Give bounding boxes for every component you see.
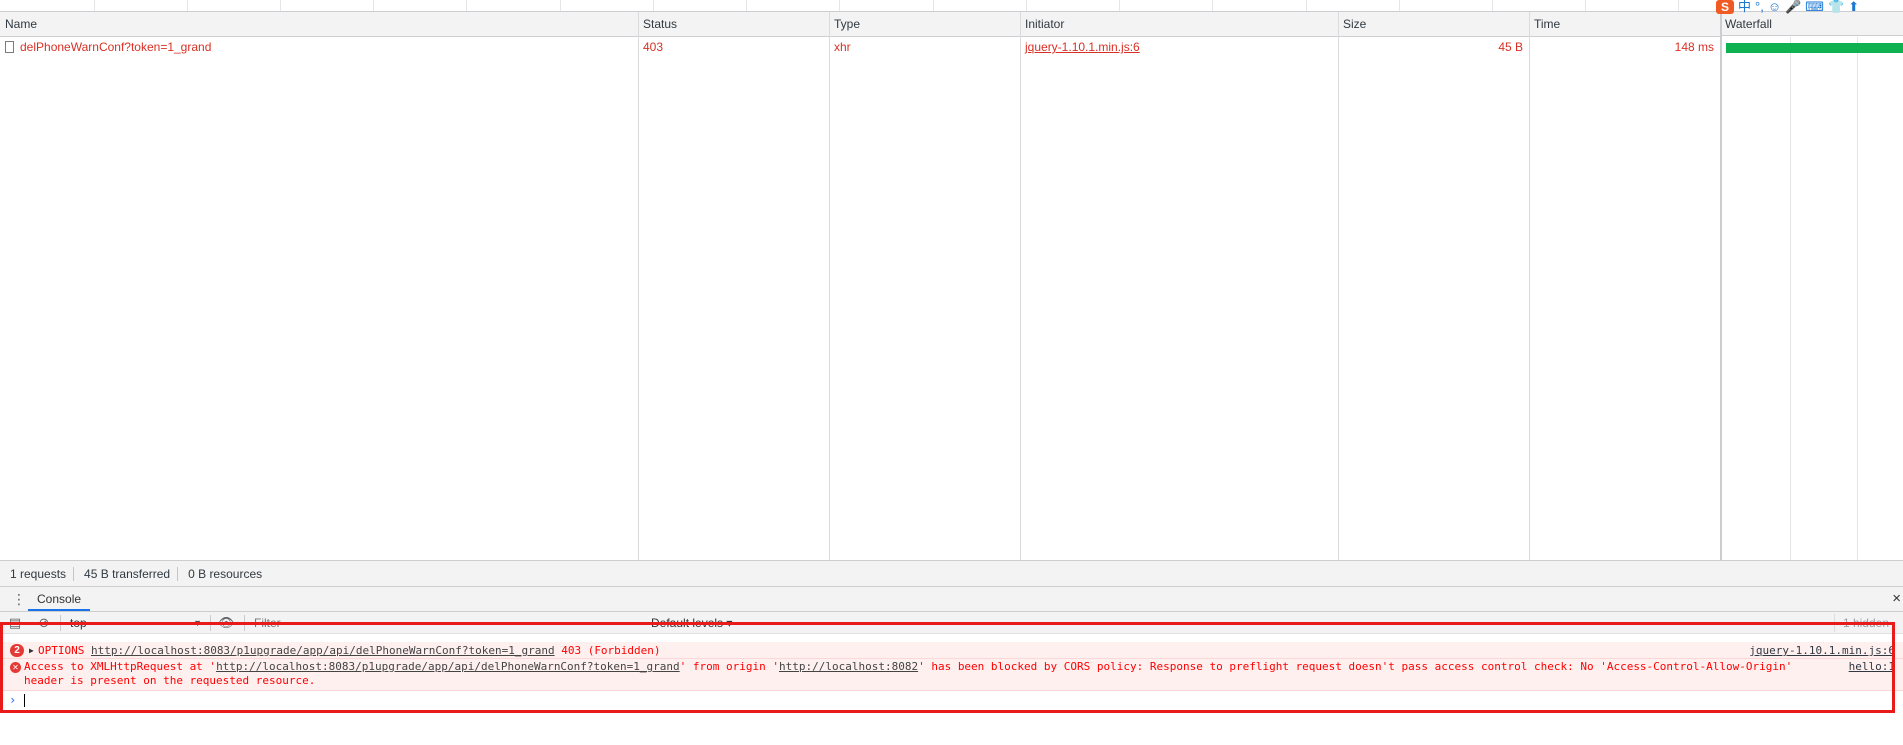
overview-tick bbox=[746, 0, 747, 11]
document-icon bbox=[5, 41, 14, 53]
request-initiator-cell: jquery-1.10.1.min.js:6 bbox=[1020, 37, 1338, 58]
request-time: 148 ms bbox=[1674, 40, 1714, 54]
skin-icon[interactable]: 👕 bbox=[1828, 0, 1844, 14]
resources-size: 0 B resources bbox=[188, 566, 263, 581]
column-divider[interactable] bbox=[638, 12, 639, 560]
ime-toolbar: S 中 °, ☺ 🎤 ⌨ 👕 ⬆ bbox=[1716, 0, 1859, 14]
emoji-icon[interactable]: ☺ bbox=[1768, 0, 1781, 14]
error-icon: ✕ bbox=[10, 662, 21, 673]
overview-tick bbox=[560, 0, 561, 11]
request-name: delPhoneWarnConf?token=1_grand bbox=[20, 40, 212, 54]
overview-tick bbox=[187, 0, 188, 11]
console-prompt[interactable]: › bbox=[0, 691, 1903, 709]
column-header-time[interactable]: Time bbox=[1529, 12, 1720, 36]
request-type: xhr bbox=[834, 40, 851, 54]
request-status: 403 bbox=[643, 40, 664, 54]
request-url-link[interactable]: http://localhost:8083/p1upgrade/app/api/… bbox=[91, 644, 555, 657]
column-divider[interactable] bbox=[1338, 12, 1339, 560]
chevron-down-icon: ▼ bbox=[193, 618, 202, 628]
column-header-initiator[interactable]: Initiator bbox=[1020, 12, 1338, 36]
overview-tick bbox=[1026, 0, 1027, 11]
drawer-tab-bar: ⋮ Console × bbox=[0, 586, 1903, 612]
console-message[interactable]: 2 ▶ OPTIONS http://localhost:8083/p1upgr… bbox=[0, 642, 1903, 659]
text-caret bbox=[24, 694, 25, 707]
overview-tick bbox=[1492, 0, 1493, 11]
waterfall-gridline bbox=[1790, 37, 1791, 560]
overview-tick bbox=[466, 0, 467, 11]
message-text: OPTIONS http://localhost:8083/p1upgrade/… bbox=[38, 642, 661, 659]
message-segment: ' from origin ' bbox=[679, 660, 779, 673]
chinese-mode-icon[interactable]: 中 bbox=[1738, 0, 1751, 14]
console-messages: 2 ▶ OPTIONS http://localhost:8083/p1upgr… bbox=[0, 634, 1903, 745]
overview-tick bbox=[933, 0, 934, 11]
log-levels-dropdown[interactable]: Default levels ▾ bbox=[651, 614, 732, 632]
column-header-size[interactable]: Size bbox=[1338, 12, 1529, 36]
overview-tick bbox=[373, 0, 374, 11]
column-divider[interactable] bbox=[1020, 12, 1021, 560]
filter-input[interactable] bbox=[250, 614, 648, 632]
microphone-icon[interactable]: 🎤 bbox=[1785, 0, 1801, 14]
message-text: Access to XMLHttpRequest at 'http://loca… bbox=[24, 660, 1814, 688]
close-icon[interactable]: × bbox=[1892, 590, 1901, 607]
more-tabs-icon[interactable]: ⋮ bbox=[12, 592, 26, 606]
network-summary-bar: 1 requests 45 B transferred 0 B resource… bbox=[0, 560, 1903, 586]
waterfall-gridline bbox=[1857, 37, 1858, 560]
message-status: 403 (Forbidden) bbox=[554, 644, 661, 657]
waterfall-column: Waterfall bbox=[1720, 12, 1903, 560]
console-message[interactable]: ✕ Access to XMLHttpRequest at 'http://lo… bbox=[0, 659, 1903, 691]
overview-tick bbox=[653, 0, 654, 11]
request-count: 1 requests bbox=[10, 566, 67, 581]
divider bbox=[210, 615, 211, 631]
column-divider[interactable] bbox=[1529, 12, 1530, 560]
prompt-chevron-icon: › bbox=[9, 693, 17, 707]
expand-triangle-icon[interactable]: ▶ bbox=[29, 643, 34, 658]
console-toolbar: ▤ ⊘ top ▼ 👁 Default levels ▾ 1 hidden bbox=[0, 612, 1903, 634]
punctuation-icon[interactable]: °, bbox=[1755, 0, 1764, 14]
overview-tick bbox=[1212, 0, 1213, 11]
column-header-status[interactable]: Status bbox=[638, 12, 829, 36]
overview-tick bbox=[1306, 0, 1307, 11]
request-size: 45 B bbox=[1498, 40, 1523, 54]
message-source-link[interactable]: jquery-1.10.1.min.js:6 bbox=[1749, 642, 1895, 659]
clear-console-icon[interactable]: ⊘ bbox=[36, 615, 52, 631]
column-header-name[interactable]: Name bbox=[0, 12, 638, 36]
table-row[interactable]: delPhoneWarnConf?token=1_grand 403 xhr j… bbox=[0, 37, 1720, 58]
timeline-overview[interactable] bbox=[0, 0, 1903, 12]
tab-console[interactable]: Console bbox=[28, 587, 91, 611]
network-request-grid: Name Status Type Initiator Size Time del… bbox=[0, 12, 1720, 560]
overview-tick bbox=[1585, 0, 1586, 11]
initiator-link[interactable]: jquery-1.10.1.min.js:6 bbox=[1025, 40, 1140, 54]
hidden-count: 1 hidden bbox=[1833, 614, 1889, 632]
overview-tick bbox=[1678, 0, 1679, 11]
overview-tick bbox=[1119, 0, 1120, 11]
sidebar-toggle-icon[interactable]: ▤ bbox=[7, 615, 23, 631]
eye-icon[interactable]: 👁 bbox=[218, 615, 235, 631]
keyboard-icon[interactable]: ⌨ bbox=[1805, 0, 1824, 14]
context-selector[interactable]: top ▼ bbox=[70, 614, 202, 632]
divider bbox=[244, 615, 245, 631]
repeat-count-badge: 2 bbox=[10, 644, 24, 657]
column-header-type[interactable]: Type bbox=[829, 12, 1020, 36]
context-value: top bbox=[70, 616, 87, 630]
overview-tick bbox=[94, 0, 95, 11]
request-url-link[interactable]: http://localhost:8083/p1upgrade/app/api/… bbox=[216, 660, 680, 673]
message-source-link[interactable]: hello:1 bbox=[1849, 660, 1895, 674]
divider bbox=[60, 615, 61, 631]
overview-tick bbox=[280, 0, 281, 11]
origin-link[interactable]: http://localhost:8082 bbox=[779, 660, 918, 673]
upload-icon[interactable]: ⬆ bbox=[1848, 0, 1859, 14]
transferred-size: 45 B transferred bbox=[84, 566, 171, 581]
waterfall-bar[interactable] bbox=[1726, 43, 1903, 53]
overview-tick bbox=[839, 0, 840, 11]
overview-tick bbox=[1399, 0, 1400, 11]
grid-header: Name Status Type Initiator Size Time bbox=[0, 12, 1720, 37]
message-segment: Access to XMLHttpRequest at ' bbox=[24, 660, 217, 673]
column-header-waterfall[interactable]: Waterfall bbox=[1722, 12, 1903, 36]
column-divider[interactable] bbox=[829, 12, 830, 560]
request-name-cell[interactable]: delPhoneWarnConf?token=1_grand bbox=[0, 37, 638, 58]
sogou-logo-icon[interactable]: S bbox=[1716, 0, 1734, 14]
message-method: OPTIONS bbox=[38, 644, 91, 657]
